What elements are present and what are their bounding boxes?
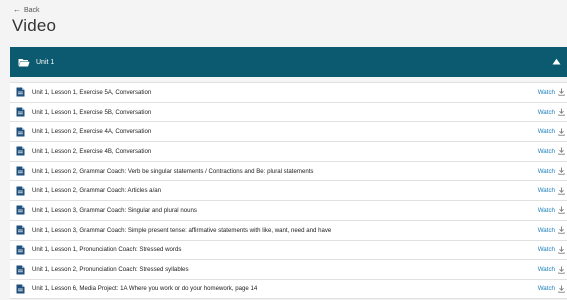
video-title: Unit 1, Lesson 1, Exercise 5B, Conversat… [32, 108, 152, 116]
video-list-item: Unit 1, Lesson 2, Grammar Coach: Verb be… [10, 160, 567, 181]
video-title: Unit 1, Lesson 2, Pronunciation Coach: S… [32, 266, 189, 274]
watch-link[interactable]: Watch [538, 148, 555, 155]
watch-link[interactable]: Watch [538, 168, 555, 175]
video-list-item: Unit 1, Lesson 2, Exercise 4A, Conversat… [10, 121, 567, 142]
folder-open-icon [18, 58, 30, 66]
video-file-icon [16, 166, 25, 176]
video-list-item: Unit 1, Lesson 3, Grammar Coach: Singula… [10, 200, 567, 220]
video-title: Unit 1, Lesson 2, Exercise 4B, Conversat… [32, 147, 152, 155]
video-file-icon [16, 225, 25, 235]
download-icon[interactable] [558, 108, 565, 116]
video-file-icon [16, 87, 25, 97]
page-title: Video [12, 16, 57, 35]
video-title: Unit 1, Lesson 2, Exercise 4A, Conversat… [32, 128, 152, 136]
video-list-item: Unit 1, Lesson 2, Pronunciation Coach: S… [10, 259, 567, 279]
video-list-item: Unit 1, Lesson 2, Exercise 4B, Conversat… [10, 141, 567, 161]
download-icon[interactable] [558, 266, 565, 274]
chevron-up-icon[interactable] [552, 58, 561, 65]
watch-link[interactable]: Watch [538, 285, 555, 292]
video-file-icon [16, 205, 25, 215]
video-title: Unit 1, Lesson 2, Grammar Coach: Verb be… [32, 167, 314, 175]
watch-link[interactable]: Watch [538, 227, 555, 234]
back-arrow-icon: ← [13, 5, 21, 14]
download-icon[interactable] [558, 285, 565, 293]
unit-title: Unit 1 [36, 58, 55, 66]
watch-link[interactable]: Watch [538, 207, 555, 214]
video-title: Unit 1, Lesson 1, Exercise 5A, Conversat… [32, 88, 152, 96]
watch-link[interactable]: Watch [538, 246, 555, 253]
download-icon[interactable] [558, 167, 565, 175]
back-label: Back [24, 6, 40, 14]
video-title: Unit 1, Lesson 1, Pronunciation Coach: S… [32, 246, 182, 254]
video-title: Unit 1, Lesson 6, Media Project: 1A Wher… [32, 285, 258, 293]
video-file-icon [16, 245, 25, 255]
download-icon[interactable] [558, 206, 565, 215]
video-list-item: Unit 1, Lesson 1, Exercise 5B, Conversat… [10, 101, 567, 122]
video-list-item: Unit 1, Lesson 6, Media Project: 1A Wher… [10, 278, 567, 299]
video-file-icon [16, 146, 25, 156]
video-list-item: Unit 1, Lesson 1, Exercise 5A, Conversat… [10, 82, 567, 102]
back-link[interactable]: ← Back [13, 6, 40, 14]
watch-link[interactable]: Watch [538, 187, 555, 194]
video-list: Unit 1, Lesson 1, Exercise 5A, Conversat… [10, 82, 567, 299]
watch-link[interactable]: Watch [538, 109, 555, 116]
download-icon[interactable] [558, 246, 565, 254]
video-file-icon [16, 265, 25, 275]
download-icon[interactable] [558, 128, 565, 136]
video-list-item: Unit 1, Lesson 2, Grammar Coach: Article… [10, 180, 567, 201]
video-list-item: Unit 1, Lesson 3, Grammar Coach: Simple … [10, 219, 567, 240]
watch-link[interactable]: Watch [538, 89, 555, 96]
video-file-icon [16, 186, 25, 196]
video-file-icon [16, 127, 25, 137]
video-title: Unit 1, Lesson 3, Grammar Coach: Singula… [32, 206, 197, 214]
download-icon[interactable] [558, 187, 565, 195]
download-icon[interactable] [558, 226, 565, 234]
watch-link[interactable]: Watch [538, 266, 555, 273]
video-file-icon [16, 284, 25, 294]
video-title: Unit 1, Lesson 3, Grammar Coach: Simple … [32, 226, 332, 234]
video-title: Unit 1, Lesson 2, Grammar Coach: Article… [32, 187, 162, 195]
unit-panel-header[interactable]: Unit 1 [10, 47, 567, 77]
video-file-icon [16, 107, 25, 117]
download-icon[interactable] [558, 147, 565, 156]
download-icon[interactable] [558, 88, 565, 97]
watch-link[interactable]: Watch [538, 128, 555, 135]
video-list-item: Unit 1, Lesson 1, Pronunciation Coach: S… [10, 239, 567, 260]
